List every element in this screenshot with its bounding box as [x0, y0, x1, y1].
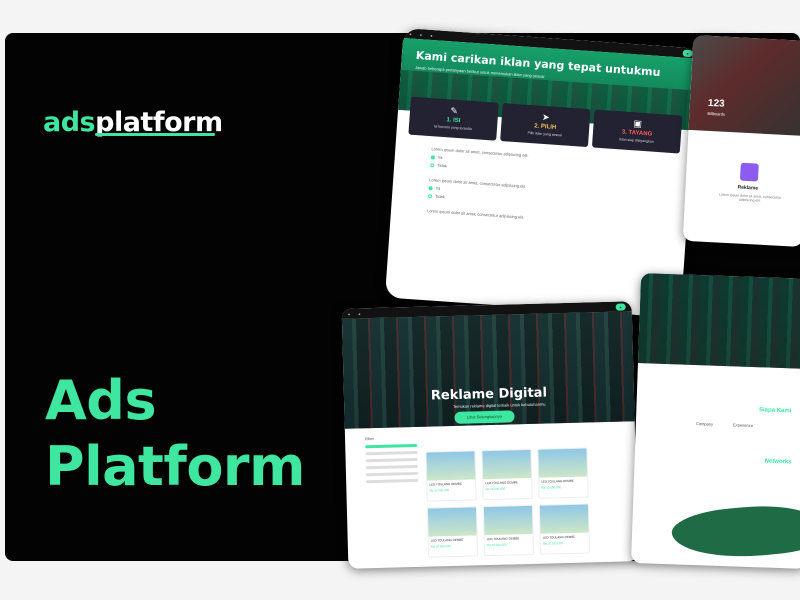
stats-screenshot: 123 Billboards Reklame Lorem ipsum dolor… [682, 35, 800, 247]
radio-yes[interactable] [428, 185, 433, 190]
question-list: Lorem ipsum dolor sit amet, consectetur … [390, 134, 692, 251]
radio-yes[interactable] [430, 154, 435, 159]
listing-tile[interactable]: LED TOULANG DEMBE Rp 10.000.000 [482, 504, 535, 557]
filter-panel: Filter [365, 435, 419, 487]
listing-tile[interactable]: LED TOULANG DEMBE Rp 10.000.000 [481, 448, 533, 501]
map-shape [669, 499, 800, 565]
question: Lorem ipsum dolor sit amet, consectetur … [428, 177, 527, 200]
cta-button[interactable]: Lihat Selengkapnya [454, 410, 515, 424]
logo-underline [95, 133, 215, 136]
step-pilih: ➤ 2. PILIH Pilih iklan yang sesuai [500, 103, 591, 148]
network-screenshot: Siapa Kami Company Experience Networks [630, 273, 800, 569]
radio-no[interactable] [428, 193, 433, 198]
step-tayang: ▣ 3. TAYANG Iklan siap ditayangkan [591, 109, 683, 154]
map-image: 123 Billboards [688, 35, 800, 137]
listing-tile[interactable]: LED TOULANG DEMBE Rp 10.000.000 [425, 450, 477, 502]
listing-grid: LED TOULANG DEMBE Rp 10.000.000 LED TOULA… [425, 447, 591, 558]
listing-screenshot: ● ● ● Reklame Digital Temukan reklame digi… [341, 301, 639, 569]
step-isi: ✎ 1. ISI Isi formulir yang tersedia [408, 96, 499, 141]
listing-tile[interactable]: LED TOULANG DEMBE Rp 10.000.000 [537, 447, 589, 499]
network-hero [637, 273, 800, 370]
question: Lorem ipsum dolor sit amet, consectetur … [430, 146, 529, 169]
networks-title: Networks [764, 458, 792, 466]
radio-no[interactable] [430, 162, 435, 167]
hero-title: Ads Platform [45, 369, 305, 498]
reklame-desc: Lorem ipsum dolor sit amet, consectetur … [718, 192, 782, 203]
reklame-title: Reklame [737, 184, 759, 192]
listing-tile[interactable]: LED TOULANG DEMBE Rp 10.000.000 [426, 506, 479, 558]
listing-tile[interactable]: LED TOULANG DEMBE Rp 10.000.000 [538, 503, 591, 555]
reklame-icon [739, 162, 759, 182]
